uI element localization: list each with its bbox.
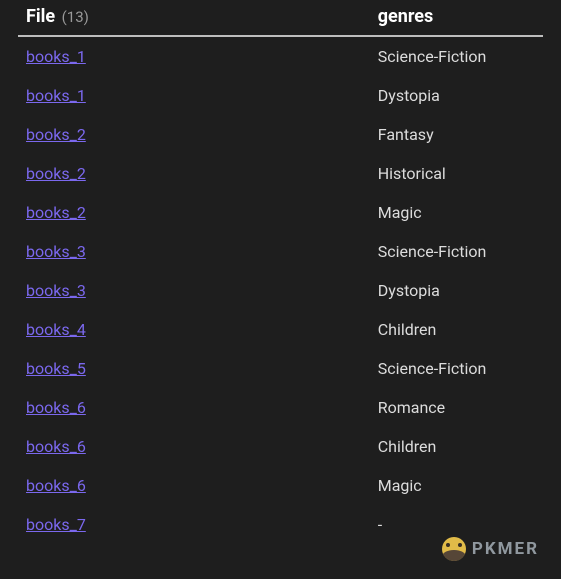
genre-cell: Magic (370, 466, 543, 505)
file-link[interactable]: books_1 (26, 47, 86, 66)
genre-cell: Science-Fiction (370, 36, 543, 76)
file-link[interactable]: books_3 (26, 281, 86, 300)
file-cell: books_2 (18, 115, 370, 154)
file-cell: books_2 (18, 154, 370, 193)
file-cell: books_1 (18, 76, 370, 115)
genre-cell: Children (370, 427, 543, 466)
table-row: books_6 Children (18, 427, 543, 466)
table-container: File (13) genres books_1Science-Fictionb… (0, 0, 561, 544)
file-cell: books_6 (18, 388, 370, 427)
table-row: books_4 Children (18, 310, 543, 349)
file-cell: books_7 (18, 505, 370, 544)
genre-cell: Magic (370, 193, 543, 232)
table-row: books_2 Magic (18, 193, 543, 232)
column-header-file-label: File (26, 6, 55, 27)
table-row: books_3 Dystopia (18, 271, 543, 310)
file-link[interactable]: books_2 (26, 125, 86, 144)
watermark-logo-icon (442, 537, 466, 561)
genre-cell: Science-Fiction (370, 232, 543, 271)
file-cell: books_5 (18, 349, 370, 388)
table-row: books_1 Science-Fiction (18, 36, 543, 76)
table-row: books_2 Fantasy (18, 115, 543, 154)
column-header-genre-label: genres (378, 6, 434, 27)
file-cell: books_2 (18, 193, 370, 232)
file-link[interactable]: books_2 (26, 203, 86, 222)
file-link[interactable]: books_7 (26, 515, 86, 534)
table-row: books_5 Science-Fiction (18, 349, 543, 388)
genre-cell: Children (370, 310, 543, 349)
column-header-genre[interactable]: genres (370, 0, 543, 36)
column-header-file-count: (13) (62, 8, 89, 26)
file-link[interactable]: books_4 (26, 320, 86, 339)
file-cell: books_3 (18, 271, 370, 310)
genre-cell: Dystopia (370, 271, 543, 310)
file-link[interactable]: books_2 (26, 164, 86, 183)
file-link[interactable]: books_6 (26, 476, 86, 495)
table-row: books_3 Science-Fiction (18, 232, 543, 271)
watermark-text: PKMER (472, 539, 539, 559)
table-row: books_6 Romance (18, 388, 543, 427)
genre-cell: Science-Fiction (370, 349, 543, 388)
genre-cell: Romance (370, 388, 543, 427)
file-cell: books_1 (18, 36, 370, 76)
watermark: PKMER (442, 537, 539, 561)
genre-cell: Fantasy (370, 115, 543, 154)
file-cell: books_6 (18, 427, 370, 466)
table-row: books_6 Magic (18, 466, 543, 505)
file-link[interactable]: books_6 (26, 437, 86, 456)
genre-cell: Dystopia (370, 76, 543, 115)
data-table: File (13) genres books_1Science-Fictionb… (18, 0, 543, 544)
table-row: books_2 Historical (18, 154, 543, 193)
file-cell: books_4 (18, 310, 370, 349)
file-cell: books_6 (18, 466, 370, 505)
file-link[interactable]: books_1 (26, 86, 86, 105)
column-header-file[interactable]: File (13) (18, 0, 370, 36)
file-link[interactable]: books_5 (26, 359, 86, 378)
table-row: books_1 Dystopia (18, 76, 543, 115)
file-link[interactable]: books_6 (26, 398, 86, 417)
file-cell: books_3 (18, 232, 370, 271)
genre-cell: Historical (370, 154, 543, 193)
file-link[interactable]: books_3 (26, 242, 86, 261)
